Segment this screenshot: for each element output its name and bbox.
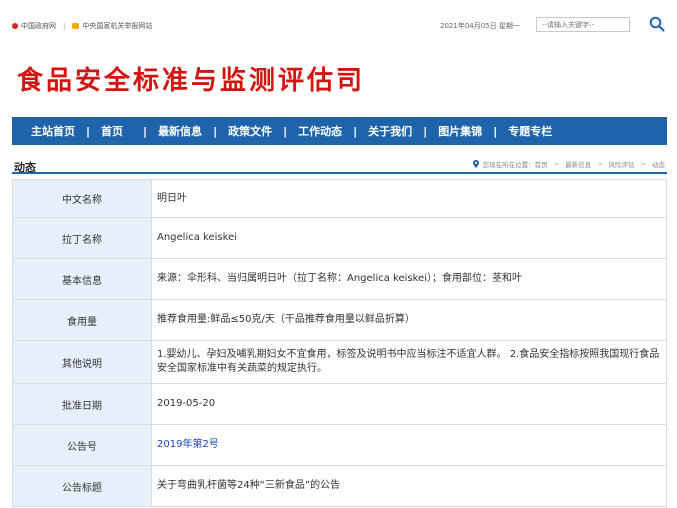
breadcrumb-risk-assessment[interactable]: 风险评估 bbox=[609, 159, 635, 169]
row-value: 1.婴幼儿、孕妇及哺乳期妇女不宜食用，标签及说明书中应当标注不适宜人群。 2.食… bbox=[151, 340, 667, 384]
row-label: 食用量 bbox=[12, 299, 152, 341]
site-title: 食品安全标准与监测评估司 bbox=[17, 66, 366, 96]
breadcrumb-latest[interactable]: 最新信息 bbox=[565, 159, 591, 169]
gov-emblem-icon bbox=[12, 23, 18, 29]
row-value: 明日叶 bbox=[151, 179, 667, 218]
nav-separator: | bbox=[283, 124, 288, 138]
nav-separator: | bbox=[423, 124, 428, 138]
nav-item-gallery[interactable]: 图片集锦 bbox=[438, 123, 482, 139]
row-value: Angelica keiskei bbox=[151, 217, 667, 259]
breadcrumb-prefix: 您现在所在位置： bbox=[482, 161, 535, 169]
row-value: 来源：伞形科、当归属明日叶（拉丁名称：Angelica keiskei）；食用部… bbox=[151, 258, 667, 300]
row-label: 批准日期 bbox=[12, 383, 152, 425]
nav-item-home[interactable]: 首页 bbox=[101, 123, 123, 139]
announcement-number-link[interactable]: 2019年第2号 bbox=[157, 439, 219, 450]
top-links: 中国政府网 | 中央国家机关举报网站 bbox=[12, 21, 152, 31]
table-row: 拉丁名称 Angelica keiskei bbox=[12, 217, 667, 259]
row-value: 2019年第2号 bbox=[151, 424, 667, 466]
section-title: 动态 bbox=[14, 161, 36, 174]
top-utility-bar: 中国政府网 | 中央国家机关举报网站 2021年04月05日 星期一 bbox=[0, 0, 677, 40]
breadcrumb-separator: > bbox=[640, 160, 646, 168]
breadcrumb-home[interactable]: 首页 bbox=[535, 159, 548, 169]
row-value: 推荐食用量:鲜品≤50克/天（干品推荐食用量以鲜品折算） bbox=[151, 299, 667, 341]
gov-link[interactable]: 中国政府网 bbox=[21, 21, 56, 31]
row-value: 关于弯曲乳杆菌等24种“三新食品”的公告 bbox=[151, 465, 667, 507]
search-input[interactable] bbox=[536, 17, 630, 32]
nav-separator: | bbox=[353, 124, 358, 138]
food-info-table: 中文名称 明日叶 拉丁名称 Angelica keiskei 基本信息 来源：伞… bbox=[12, 179, 667, 507]
nav-item-policy[interactable]: 政策文件 bbox=[228, 123, 272, 139]
row-label: 基本信息 bbox=[12, 258, 152, 300]
nav-item-work-news[interactable]: 工作动态 bbox=[298, 123, 342, 139]
breadcrumb-separator: > bbox=[597, 160, 603, 168]
row-label: 公告标题 bbox=[12, 465, 152, 507]
table-row: 批准日期 2019-05-20 bbox=[12, 383, 667, 425]
nav-item-main-home[interactable]: 主站首页 bbox=[31, 123, 75, 139]
section-header: 动态 您现在所在位置： 首页 > 最新信息 > 风险评估 > 动态 bbox=[12, 156, 667, 174]
breadcrumb-separator: > bbox=[553, 160, 560, 168]
breadcrumb-news[interactable]: 动态 bbox=[652, 159, 665, 169]
report-icon bbox=[72, 23, 80, 29]
row-label: 其他说明 bbox=[12, 340, 152, 384]
table-row: 公告标题 关于弯曲乳杆菌等24种“三新食品”的公告 bbox=[12, 465, 667, 507]
nav-item-about[interactable]: 关于我们 bbox=[368, 123, 412, 139]
breadcrumb: 您现在所在位置： 首页 > 最新信息 > 风险评估 > 动态 bbox=[472, 159, 665, 169]
table-row: 其他说明 1.婴幼儿、孕妇及哺乳期妇女不宜食用，标签及说明书中应当标注不适宜人群… bbox=[12, 340, 667, 384]
current-date: 2021年04月05日 星期一 bbox=[440, 22, 520, 30]
nav-separator: | bbox=[86, 124, 91, 138]
row-label: 中文名称 bbox=[12, 179, 152, 218]
location-pin-icon bbox=[472, 160, 479, 168]
nav-separator: | bbox=[213, 124, 218, 138]
nav-item-topics[interactable]: 专题专栏 bbox=[508, 123, 552, 139]
row-value: 2019-05-20 bbox=[151, 383, 667, 425]
report-link[interactable]: 中央国家机关举报网站 bbox=[82, 21, 152, 31]
top-link-separator: | bbox=[63, 22, 66, 30]
nav-item-latest[interactable]: 最新信息 bbox=[158, 123, 202, 139]
nav-separator: | bbox=[143, 124, 148, 138]
nav-separator: | bbox=[493, 124, 498, 138]
table-row: 食用量 推荐食用量:鲜品≤50克/天（干品推荐食用量以鲜品折算） bbox=[12, 299, 667, 341]
table-row: 公告号 2019年第2号 bbox=[12, 424, 667, 466]
search-icon[interactable] bbox=[648, 15, 666, 33]
row-label: 公告号 bbox=[12, 424, 152, 466]
table-row: 中文名称 明日叶 bbox=[12, 179, 667, 218]
table-row: 基本信息 来源：伞形科、当归属明日叶（拉丁名称：Angelica keiskei… bbox=[12, 258, 667, 300]
row-label: 拉丁名称 bbox=[12, 217, 152, 259]
main-nav: 主站首页 | 首页 | 最新信息 | 政策文件 | 工作动态 | 关于我们 | … bbox=[12, 117, 667, 145]
